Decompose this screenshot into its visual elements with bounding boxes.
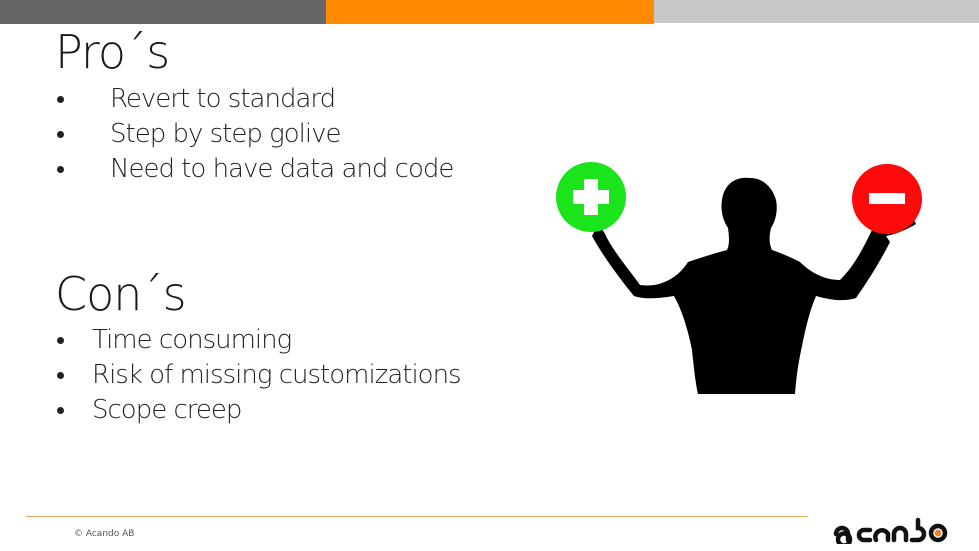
logo-orange-dot [934, 529, 942, 537]
minus-icon [869, 193, 905, 204]
top-bar-light-gray-segment [654, 0, 979, 23]
pros-cons-illustration [556, 162, 922, 394]
pros-list-item: Revert to standard [55, 82, 453, 117]
bullet-icon [57, 131, 64, 138]
top-bar-orange-segment [326, 0, 654, 24]
cons-item-text: Time consuming [92, 325, 292, 355]
footer-divider [26, 516, 808, 517]
pros-list-item: Need to have data and code [55, 152, 454, 187]
cons-list-item: Scope creep [55, 393, 461, 428]
pros-item-text: Step by step golive [110, 119, 341, 149]
pros-list-item: Step by step golive [55, 117, 453, 152]
bullet-icon [57, 372, 64, 379]
cons-list-item: Time consuming [55, 323, 461, 358]
cons-list: Time consuming Risk of missing customiza… [55, 323, 462, 428]
top-bar-gray-segment [0, 0, 326, 24]
cons-list-item: Risk of missing customizations [55, 358, 462, 393]
bullet-icon [57, 337, 64, 344]
pros-item-text: Revert to standard [110, 84, 336, 114]
top-color-bar [0, 0, 979, 24]
acando-logo [833, 517, 948, 544]
cons-heading: Con´s [55, 267, 187, 321]
cons-item-text: Risk of missing customizations [92, 360, 462, 390]
cons-item-text: Scope creep [92, 395, 242, 425]
bullet-icon [57, 407, 64, 414]
pros-list: Revert to standard Step by step golive N… [55, 82, 454, 187]
bullet-icon [57, 166, 64, 173]
pros-heading: Pro´s [55, 25, 170, 79]
copyright-text: © Acando AB [74, 529, 135, 539]
bullet-icon [57, 96, 64, 103]
pros-item-text: Need to have data and code [110, 154, 454, 184]
